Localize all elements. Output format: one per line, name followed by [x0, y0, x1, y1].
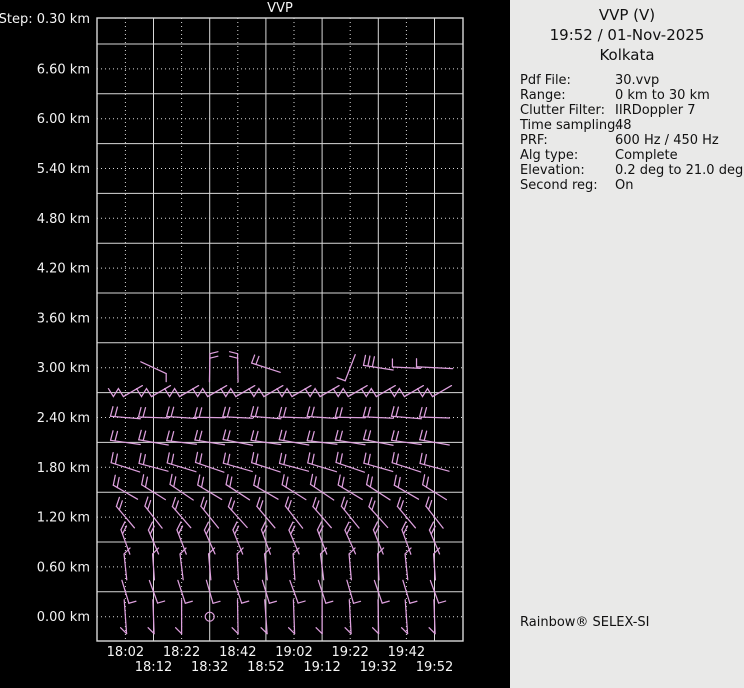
x-axis-label: 19:32 [360, 660, 397, 675]
parameter-list: Pdf File: 30.vvp Range: 0 km to 30 km Clutte… [510, 73, 744, 193]
info-panel: VVP (V) 19:52 / 01-Nov-2025 Kolkata Pdf … [510, 0, 744, 688]
y-axis-label: 3.60 km [37, 311, 90, 326]
y-axis-label: 5.40 km [37, 162, 90, 177]
x-axis-label: 18:52 [247, 660, 284, 675]
parameter-row: Range: 0 km to 30 km [520, 88, 744, 103]
field-label: Time sampling: [520, 118, 620, 133]
y-axis-label: 6.00 km [37, 112, 90, 127]
brand-label: Rainbow® SELEX-SI [520, 615, 650, 630]
x-axis-label: 19:52 [416, 660, 453, 675]
field-value: 600 Hz / 450 Hz [615, 133, 719, 148]
x-axis-label: 18:02 [107, 645, 144, 660]
wind-barb [109, 406, 141, 420]
product-title: VVP (V) [598, 6, 656, 24]
wind-barb [396, 496, 417, 529]
parameter-row: PRF: 600 Hz / 450 Hz [520, 133, 744, 148]
parameter-row: Pdf File: 30.vvp [520, 73, 744, 88]
x-axis-label: 19:02 [275, 645, 312, 660]
parameter-row: Elevation: 0.2 deg to 21.0 deg [520, 163, 744, 178]
wind-barb [174, 599, 183, 635]
parameter-row: Clutter Filter: IIRDoppler 7 [520, 103, 744, 118]
y-axis-label: 4.20 km [37, 262, 90, 277]
panel-header: VVP (V) 19:52 / 01-Nov-2025 Kolkata [510, 0, 744, 65]
x-axis-label: 18:32 [191, 660, 228, 675]
parameter-row: Second reg: On [520, 178, 744, 193]
parameter-row: Time sampling: 48 [520, 118, 744, 133]
field-value: On [615, 178, 634, 193]
x-axis-label: 19:42 [388, 645, 425, 660]
wind-barb [115, 496, 136, 529]
wind-barb [208, 351, 219, 383]
y-axis-label: 4.80 km [37, 212, 90, 227]
y-axis-label: 0.00 km [37, 610, 90, 625]
y-axis-label: 6.60 km [37, 62, 90, 77]
wind-barb [284, 496, 304, 529]
field-label: Range: [520, 88, 566, 103]
parameter-row: Alg type: Complete [520, 148, 744, 163]
wind-barb [222, 429, 254, 446]
wind-barb [400, 599, 409, 635]
field-label: Elevation: [520, 163, 585, 178]
y-axis-label: 3.00 km [37, 361, 90, 376]
wind-barb [278, 406, 310, 419]
y-axis-label: 1.80 km [37, 461, 90, 476]
field-label: Pdf File: [520, 73, 571, 88]
wind-barb [222, 406, 254, 419]
wind-barb [332, 384, 368, 398]
wind-profile-chart: VVP Step: 0.30 km 6.60 km 6.00 km 5.40 km 4.8… [0, 1, 464, 675]
wind-barb [334, 407, 366, 419]
wind-barb [390, 406, 422, 420]
wind-barb [348, 547, 356, 581]
field-label: PRF: [520, 133, 548, 148]
field-label: Clutter Filter: [520, 103, 605, 118]
y-axis-label: 2.40 km [37, 411, 90, 426]
product-datetime: 19:52 / 01-Nov-2025 [549, 26, 705, 44]
wind-barb [107, 384, 144, 398]
wind-barb [388, 384, 425, 398]
x-axis-label: 19:22 [331, 645, 368, 660]
vvp-window: VVP Step: 0.30 km 6.60 km 6.00 km 5.40 km 4.8… [0, 0, 744, 688]
field-value: Complete [615, 148, 678, 163]
wind-barb [340, 496, 360, 529]
field-label: Alg type: [520, 148, 579, 163]
field-value: 30.vvp [615, 73, 660, 88]
y-axis-label: 0.60 km [37, 560, 90, 575]
x-axis-label: 18:12 [135, 660, 172, 675]
field-value: 0 km to 30 km [615, 88, 710, 103]
x-axis-label: 18:42 [219, 645, 256, 660]
wind-barb [220, 384, 256, 398]
wind-barb [228, 351, 239, 383]
wind-barb [163, 384, 200, 398]
wind-barb [336, 354, 356, 382]
field-value: 48 [615, 118, 632, 133]
x-axis-label: 18:22 [163, 645, 200, 660]
wind-barb [276, 384, 312, 398]
wind-barb [231, 599, 239, 635]
y-axis-label: 1.20 km [37, 511, 90, 526]
chart-title: VVP [267, 1, 293, 16]
wind-barb [166, 406, 198, 420]
field-value: IIRDoppler 7 [615, 103, 696, 118]
field-value: 0.2 deg to 21.0 deg [615, 163, 744, 178]
field-label: Second reg: [520, 178, 598, 193]
step-label: Step: 0.30 km [0, 12, 90, 27]
x-axis-label: 19:12 [303, 660, 340, 675]
site-name: Kolkata [599, 46, 655, 64]
